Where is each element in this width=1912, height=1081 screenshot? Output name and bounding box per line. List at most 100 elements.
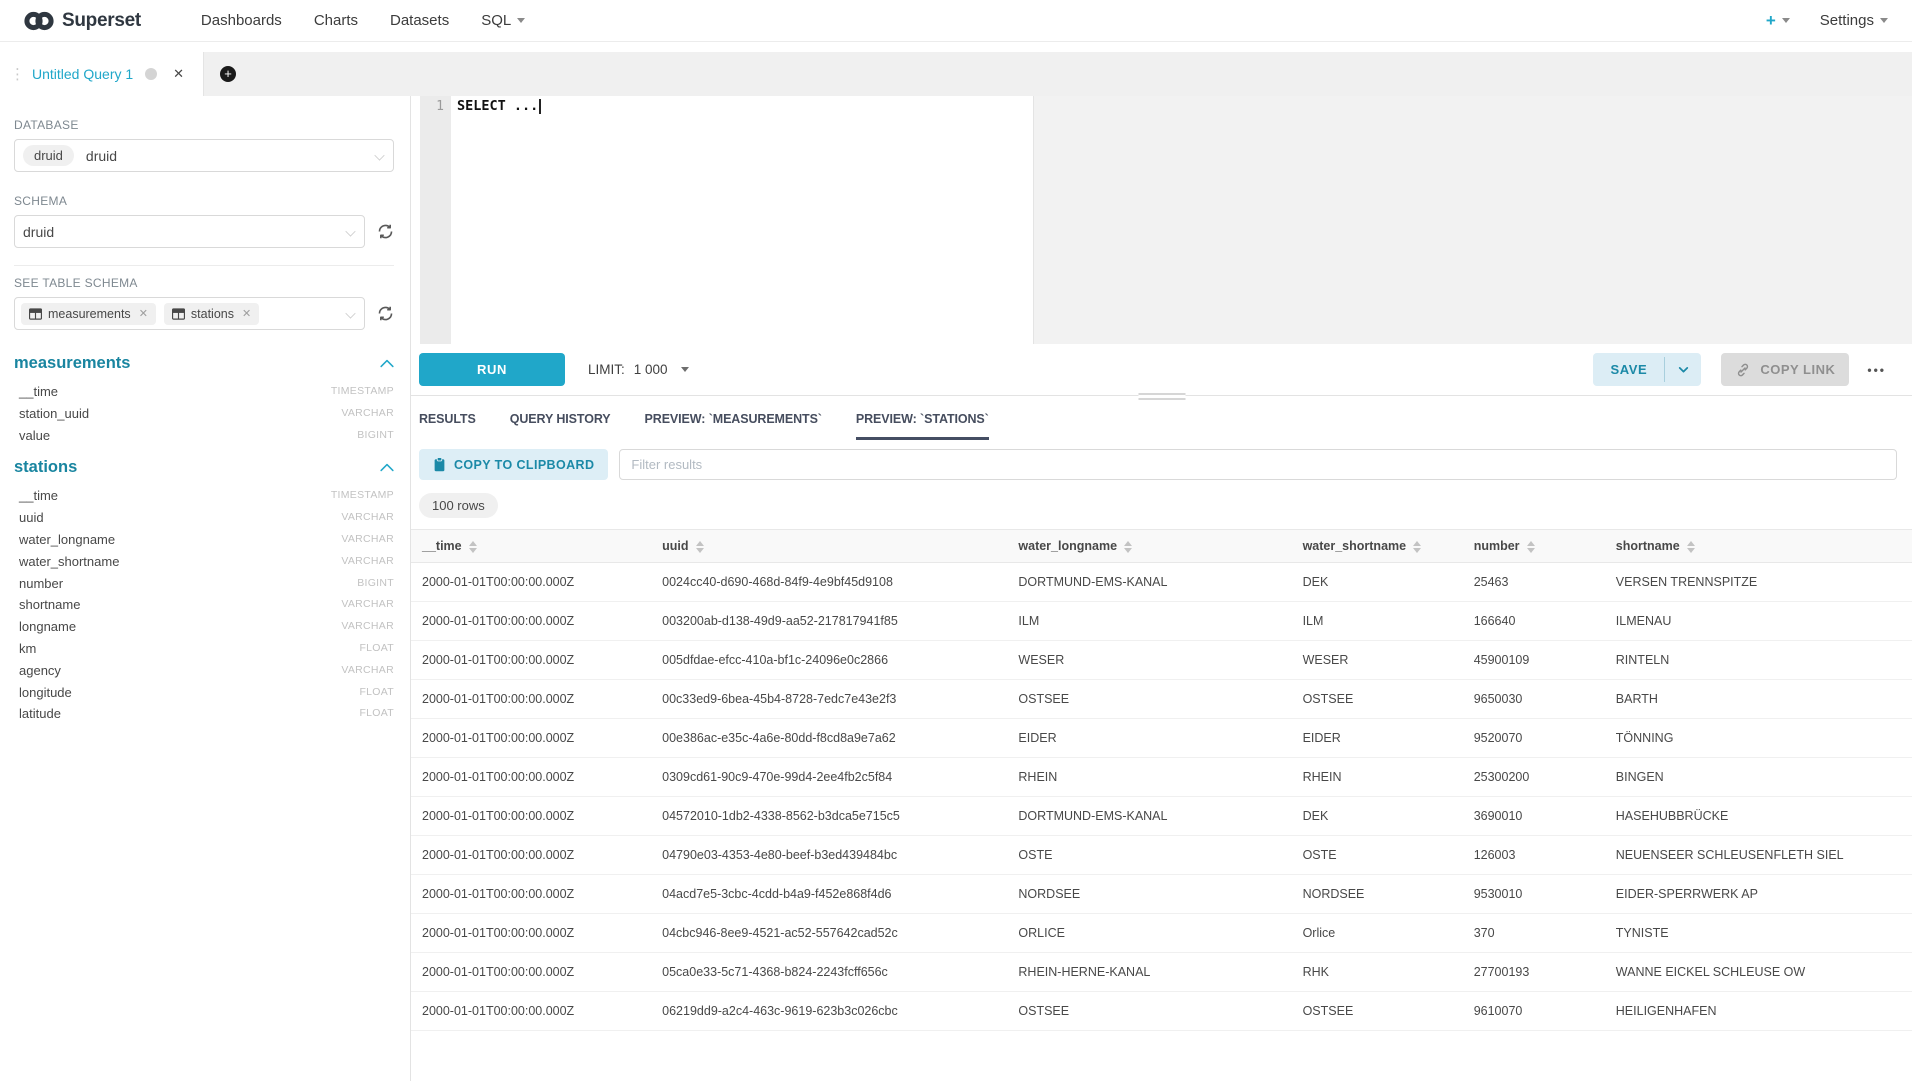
- copy-link-button[interactable]: COPY LINK: [1721, 353, 1849, 386]
- table-cell: 2000-01-01T00:00:00.000Z: [411, 758, 651, 797]
- schema-table-name: measurements: [14, 354, 130, 373]
- table-cell: WESER: [1007, 641, 1291, 680]
- schema-column-row: water_longname VARCHAR: [14, 529, 394, 551]
- schema-select[interactable]: druid: [14, 215, 365, 248]
- nav-item-sql[interactable]: SQL: [481, 12, 525, 29]
- save-options-button[interactable]: [1665, 353, 1701, 386]
- table-chip-measurements[interactable]: measurements ✕: [21, 303, 156, 325]
- copy-to-clipboard-button[interactable]: COPY TO CLIPBOARD: [419, 449, 608, 480]
- results-tab-preview-measurements[interactable]: PREVIEW: `MEASUREMENTS`: [645, 412, 822, 440]
- nav-item-charts[interactable]: Charts: [314, 12, 358, 29]
- table-cell: 9530010: [1463, 875, 1605, 914]
- table-cell: 2000-01-01T00:00:00.000Z: [411, 719, 651, 758]
- table-cell: EIDER: [1007, 719, 1291, 758]
- chevron-down-icon: [517, 18, 525, 23]
- query-tabstrip: ⋮ Untitled Query 1 ✕ +: [0, 52, 1912, 96]
- column-header-label: uuid: [662, 539, 688, 553]
- table-cell: BARTH: [1605, 680, 1912, 719]
- table-schema-select[interactable]: measurements✕stations✕: [14, 297, 365, 330]
- table-row: 2000-01-01T00:00:00.000Z003200ab-d138-49…: [411, 602, 1912, 641]
- refresh-tables-icon[interactable]: [377, 305, 394, 322]
- superset-brand[interactable]: Superset: [24, 10, 141, 32]
- table-cell: NORDSEE: [1292, 875, 1463, 914]
- remove-chip-icon[interactable]: ✕: [139, 307, 148, 320]
- sql-editor[interactable]: 1 SELECT ...: [411, 96, 1912, 344]
- table-chip-label: measurements: [48, 307, 131, 321]
- table-cell: WESER: [1292, 641, 1463, 680]
- new-query-tab-button[interactable]: +: [220, 66, 236, 82]
- tab-untitled-query[interactable]: ⋮ Untitled Query 1 ✕: [0, 52, 204, 96]
- table-cell: DEK: [1292, 797, 1463, 836]
- database-select[interactable]: druid druid: [14, 139, 394, 172]
- table-cell: 3690010: [1463, 797, 1605, 836]
- sql-code-line[interactable]: SELECT ...: [457, 98, 541, 114]
- column-name: __time: [19, 485, 58, 507]
- sort-icon[interactable]: [1124, 541, 1132, 553]
- table-cell: 00c33ed9-6bea-45b4-8728-7edc7e43e2f3: [651, 680, 1007, 719]
- schema-table-stations: stations__timeTIMESTAMPuuidVARCHARwater_…: [14, 458, 394, 725]
- more-actions-button[interactable]: •••: [1867, 363, 1886, 377]
- chevron-down-icon: [1782, 18, 1790, 23]
- limit-dropdown[interactable]: LIMIT: 1 000: [588, 362, 689, 377]
- column-header-uuid[interactable]: uuid: [651, 530, 1007, 563]
- column-type: FLOAT: [359, 703, 394, 725]
- table-cell: OSTE: [1292, 836, 1463, 875]
- table-cell: OSTSEE: [1292, 992, 1463, 1031]
- chevron-up-icon[interactable]: [380, 359, 394, 368]
- settings-menu[interactable]: Settings: [1820, 12, 1888, 29]
- pane-resize-handle[interactable]: [1138, 393, 1185, 400]
- table-cell: RINTELN: [1605, 641, 1912, 680]
- run-button[interactable]: RUN: [419, 353, 565, 386]
- filter-results-input[interactable]: [619, 449, 1897, 480]
- row-count-badge: 100 rows: [419, 493, 498, 518]
- nav-item-datasets[interactable]: Datasets: [390, 12, 449, 29]
- table-cell: 45900109: [1463, 641, 1605, 680]
- table-cell: 166640: [1463, 602, 1605, 641]
- schema-table-measurements: measurements__timeTIMESTAMPstation_uuidV…: [14, 354, 394, 446]
- nav-item-label: Datasets: [390, 12, 449, 29]
- results-tab-query-history[interactable]: QUERY HISTORY: [510, 412, 611, 440]
- save-split-button: SAVE: [1593, 353, 1701, 386]
- column-type: VARCHAR: [341, 551, 394, 573]
- schema-table-header-stations[interactable]: stations: [14, 458, 394, 477]
- drag-handle-icon[interactable]: ⋮: [10, 65, 23, 83]
- schema-table-header-measurements[interactable]: measurements: [14, 354, 394, 373]
- sort-icon[interactable]: [1687, 541, 1695, 553]
- nav-item-dashboards[interactable]: Dashboards: [201, 12, 282, 29]
- column-header-__time[interactable]: __time: [411, 530, 651, 563]
- sort-icon[interactable]: [1527, 541, 1535, 553]
- table-row: 2000-01-01T00:00:00.000Z04acd7e5-3cbc-4c…: [411, 875, 1912, 914]
- table-cell: RHK: [1292, 953, 1463, 992]
- chevron-up-icon[interactable]: [380, 463, 394, 472]
- column-type: VARCHAR: [341, 529, 394, 551]
- table-cell: 05ca0e33-5c71-4368-b824-2243fcff656c: [651, 953, 1007, 992]
- column-header-water_longname[interactable]: water_longname: [1007, 530, 1291, 563]
- column-name: shortname: [19, 594, 80, 616]
- sort-icon[interactable]: [1413, 541, 1421, 553]
- save-button[interactable]: SAVE: [1593, 353, 1664, 386]
- schema-column-row: __timeTIMESTAMP: [14, 381, 394, 403]
- column-name: __time: [19, 381, 58, 403]
- sort-icon[interactable]: [696, 541, 704, 553]
- sort-icon[interactable]: [469, 541, 477, 553]
- column-header-number[interactable]: number: [1463, 530, 1605, 563]
- table-schema-list: measurements__timeTIMESTAMPstation_uuidV…: [14, 354, 394, 725]
- table-cell: EIDER: [1292, 719, 1463, 758]
- database-value: druid: [86, 148, 117, 164]
- table-cell: 27700193: [1463, 953, 1605, 992]
- table-cell: 126003: [1463, 836, 1605, 875]
- column-header-water_shortname[interactable]: water_shortname: [1292, 530, 1463, 563]
- table-cell: Orlice: [1292, 914, 1463, 953]
- new-item-menu[interactable]: +: [1766, 11, 1790, 31]
- column-header-shortname[interactable]: shortname: [1605, 530, 1912, 563]
- column-header-label: __time: [422, 539, 462, 553]
- table-cell: ILM: [1007, 602, 1291, 641]
- column-name: water_longname: [19, 529, 115, 551]
- close-tab-icon[interactable]: ✕: [173, 66, 184, 82]
- refresh-schema-icon[interactable]: [377, 223, 394, 240]
- database-label: DATABASE: [14, 118, 394, 132]
- remove-chip-icon[interactable]: ✕: [242, 307, 251, 320]
- results-tab-results[interactable]: RESULTS: [419, 412, 476, 440]
- table-chip-stations[interactable]: stations✕: [164, 303, 259, 325]
- results-tab-preview-stations[interactable]: PREVIEW: `STATIONS`: [856, 412, 989, 440]
